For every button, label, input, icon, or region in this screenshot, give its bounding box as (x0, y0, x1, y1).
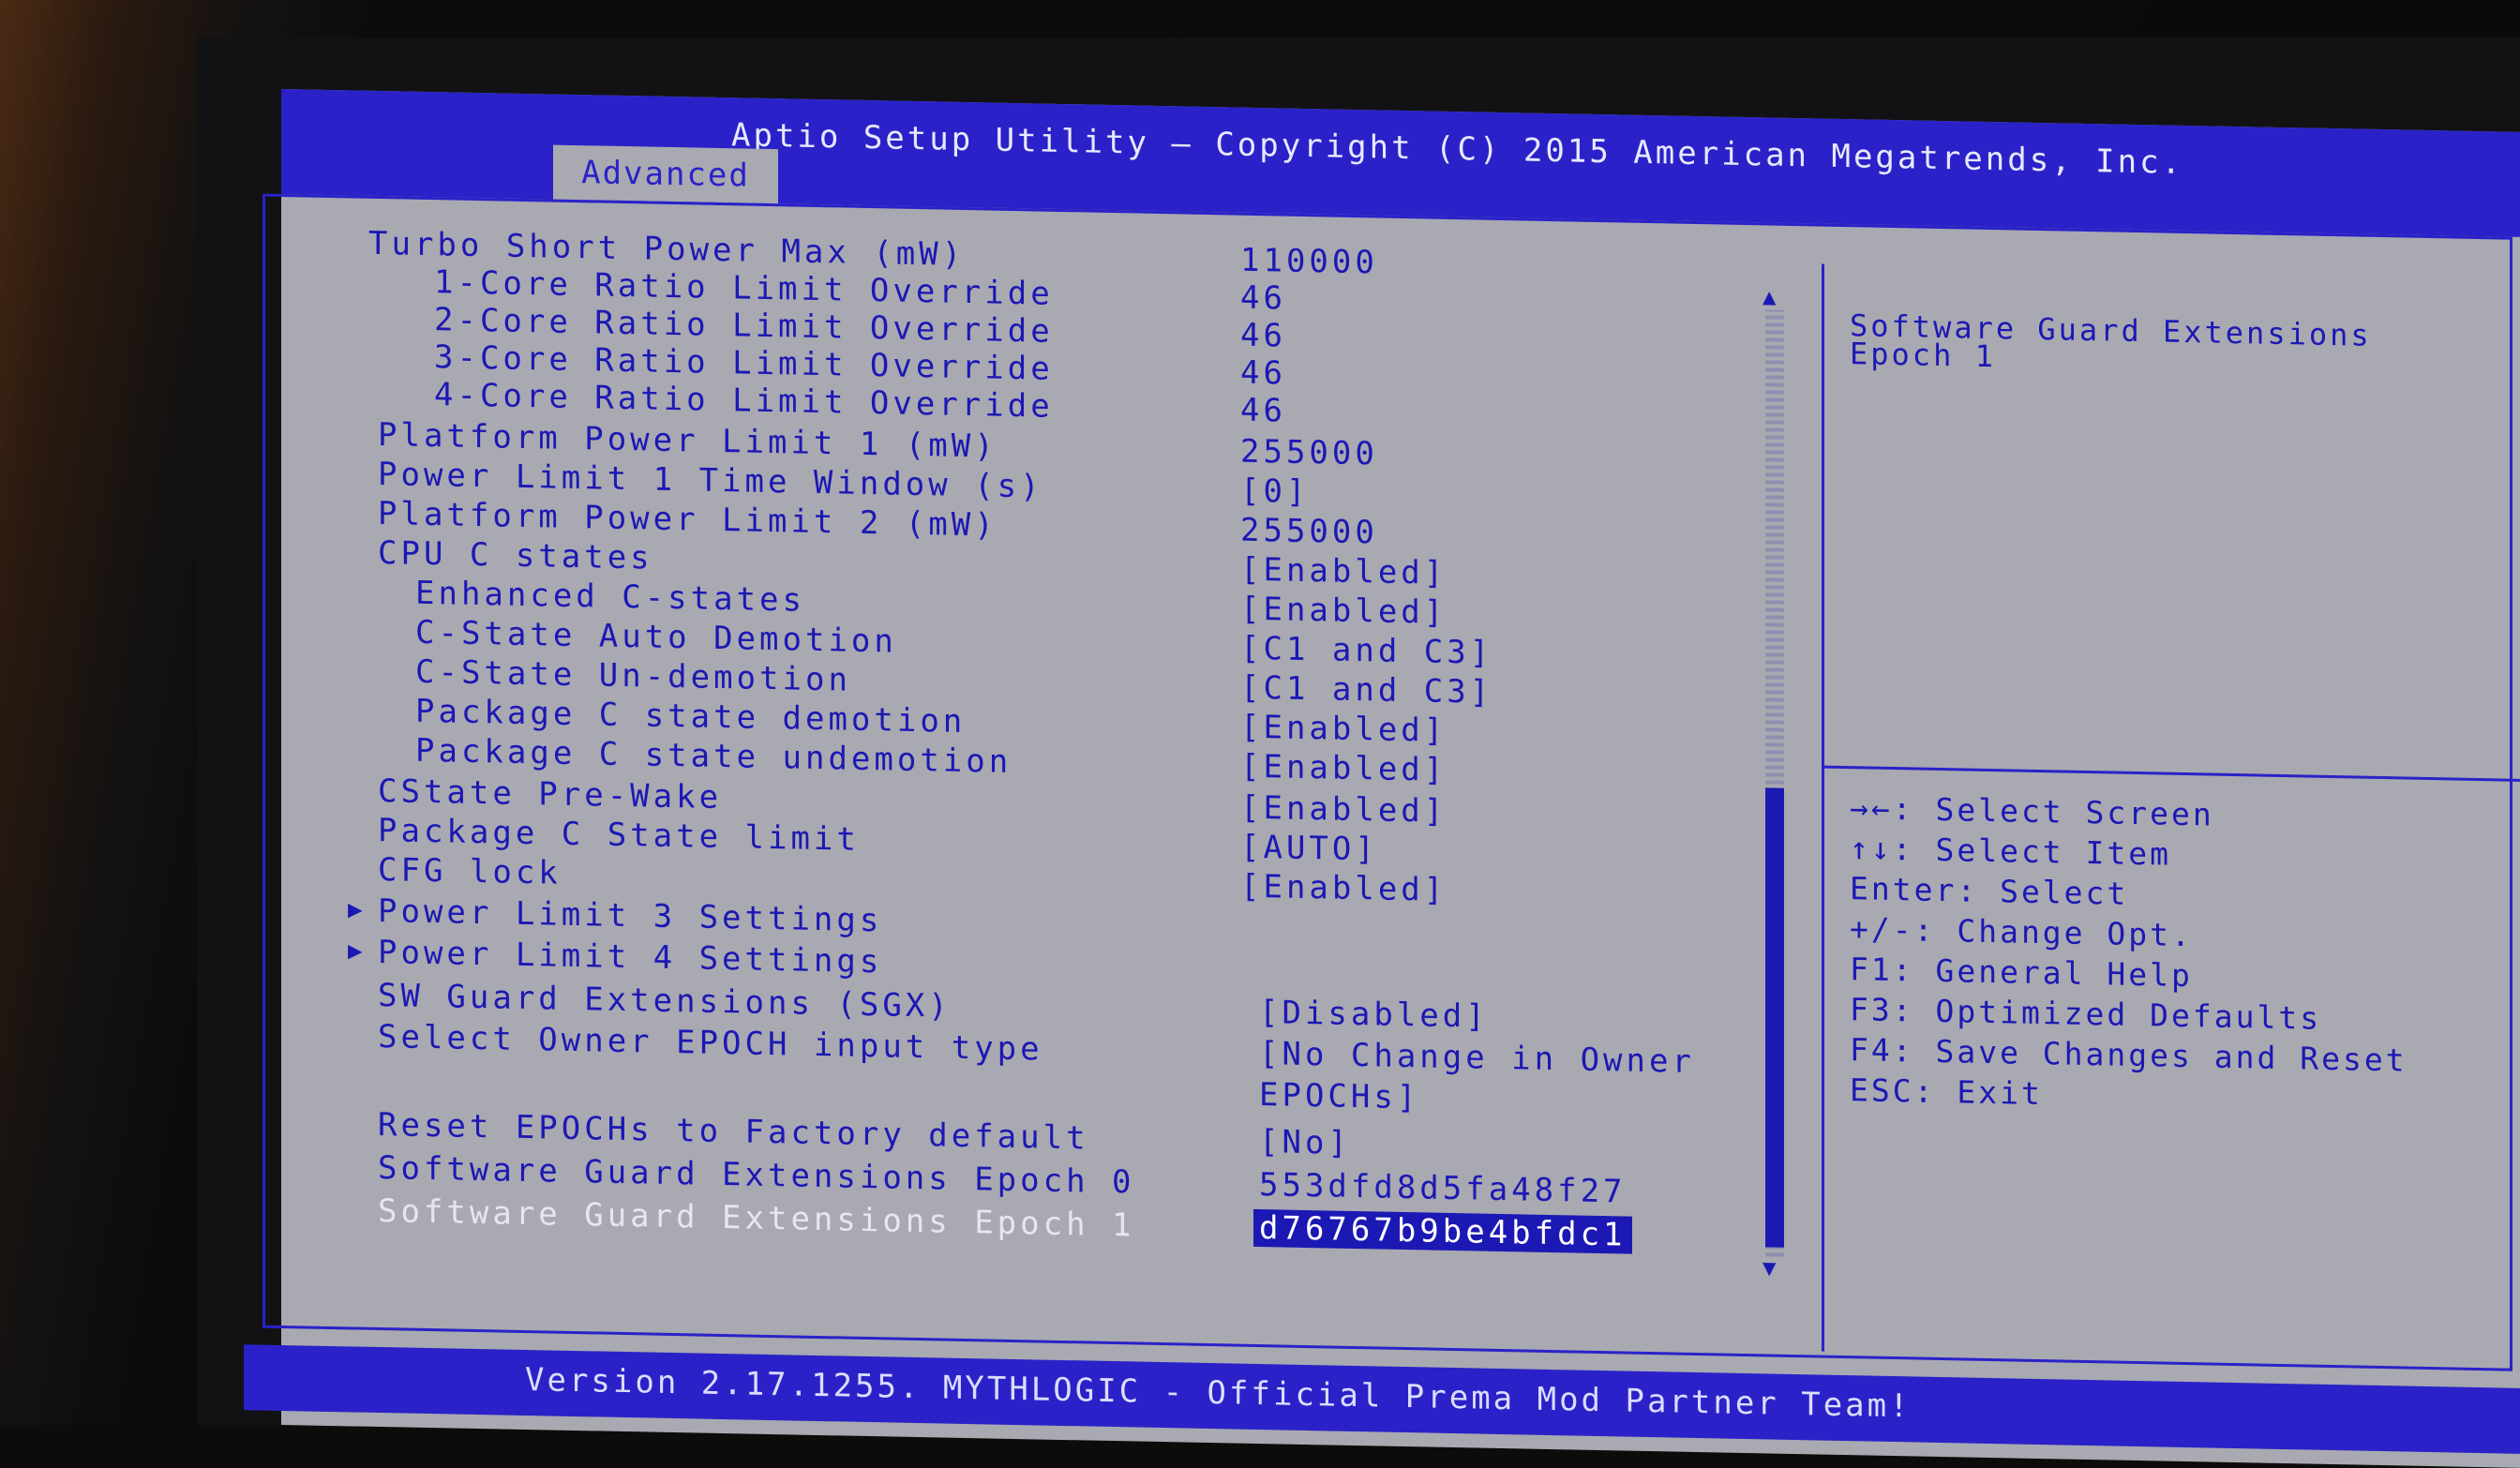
setting-value: 255000 (1240, 432, 1378, 473)
bios-screen: Aptio Setup Utility – Copyright (C) 2015… (244, 89, 2520, 1468)
setting-value-continued: EPOCHs] (1259, 1076, 1420, 1117)
setting-value: [Enabled] (1240, 550, 1448, 592)
setting-label: Package C State limit (378, 811, 860, 859)
setting-value: [Disabled] (1259, 994, 1489, 1036)
key-legend: →←: Select Screen ↑↓: Select Item Enter:… (1850, 789, 2408, 1122)
setting-label: Power Limit 4 Settings (378, 933, 883, 981)
scroll-down-icon[interactable]: ▼ (1762, 1254, 1776, 1281)
setting-label: Enhanced C-states (415, 574, 805, 620)
setting-value: 46 (1240, 391, 1286, 430)
setting-label: C-State Un-demotion (415, 652, 851, 699)
setting-value: [AUTO] (1240, 828, 1378, 869)
submenu-arrow-icon: ▶ (348, 895, 363, 924)
version-text: Version 2.17.1255. MYTHLOGIC - Official … (525, 1360, 1912, 1426)
setting-label: CPU C states (378, 533, 653, 577)
setting-value: [No] (1259, 1123, 1351, 1162)
help-divider (1824, 765, 2520, 783)
setting-label: Power Limit 3 Settings (378, 891, 883, 940)
setting-value: 46 (1240, 316, 1286, 355)
scroll-up-icon[interactable]: ▲ (1762, 283, 1776, 309)
setting-label: Select Owner EPOCH input type (378, 1017, 1043, 1069)
setting-value: [C1 and C3] (1240, 629, 1493, 672)
setting-value: [No Change in Owner (1259, 1035, 1695, 1081)
setting-label: CState Pre-Wake (378, 771, 723, 817)
setting-value: 255000 (1240, 511, 1378, 552)
bios-title: Aptio Setup Utility – Copyright (C) 2015… (731, 116, 2184, 182)
tab-advanced[interactable]: Advanced (553, 144, 778, 204)
setting-value: 46 (1240, 278, 1286, 318)
scrollbar-thumb[interactable] (1765, 787, 1784, 1248)
setting-value: 46 (1240, 353, 1286, 393)
setting-label: C-State Auto Demotion (415, 613, 897, 661)
main-frame: Turbo Short Power Max (mW) 110000 1-Core… (262, 193, 2520, 1371)
help-panel: Software Guard Extensions Epoch 1 (1850, 307, 2372, 378)
submenu-arrow-icon: ▶ (348, 936, 363, 966)
setting-value: 553dfd8d5fa48f27 (1259, 1166, 1627, 1211)
setting-label: Software Guard Extensions Epoch 1 (378, 1191, 1135, 1245)
setting-value: [Enabled] (1240, 590, 1448, 632)
setting-value: [Enabled] (1240, 867, 1448, 909)
setting-value: [C1 and C3] (1240, 668, 1493, 712)
setting-value-selected[interactable]: d76767b9be4bfdc1 (1253, 1208, 1632, 1254)
setting-value: [Enabled] (1240, 708, 1448, 750)
setting-label: Reset EPOCHs to Factory default (378, 1105, 1089, 1158)
setting-label: CFG lock (378, 850, 562, 892)
setting-value: [0] (1240, 472, 1310, 512)
setting-label: SW Guard Extensions (SGX) (378, 976, 952, 1026)
setting-label: Software Guard Extensions Epoch 0 (378, 1148, 1135, 1202)
setting-value: 110000 (1240, 241, 1378, 282)
setting-value: [Enabled] (1240, 747, 1448, 789)
setting-value: [Enabled] (1240, 788, 1448, 831)
panel-divider (1822, 263, 1824, 1352)
